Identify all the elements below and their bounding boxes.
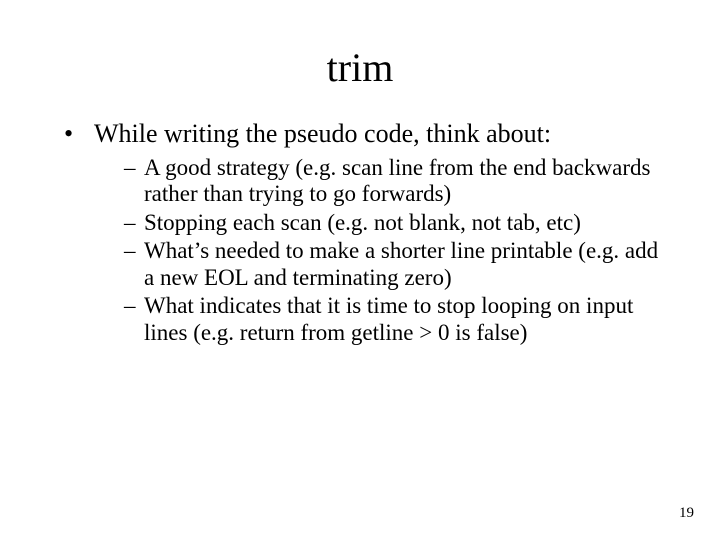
slide-body: While writing the pseudo code, think abo… xyxy=(0,119,720,346)
sub-bullet-text: What’s needed to make a shorter line pri… xyxy=(144,238,658,289)
page-number: 19 xyxy=(679,505,694,522)
sub-bullet-text: A good strategy (e.g. scan line from the… xyxy=(144,155,650,206)
slide-title: trim xyxy=(0,0,720,119)
sub-bullet-text: Stopping each scan (e.g. not blank, not … xyxy=(144,210,581,235)
bullet-list-level2: A good strategy (e.g. scan line from the… xyxy=(94,155,672,346)
sub-bullet-item: A good strategy (e.g. scan line from the… xyxy=(124,155,672,208)
bullet-list-level1: While writing the pseudo code, think abo… xyxy=(64,119,672,346)
sub-bullet-item: What’s needed to make a shorter line pri… xyxy=(124,238,672,291)
sub-bullet-item: What indicates that it is time to stop l… xyxy=(124,293,672,346)
sub-bullet-item: Stopping each scan (e.g. not blank, not … xyxy=(124,210,672,236)
slide: trim While writing the pseudo code, thin… xyxy=(0,0,720,540)
bullet-item: While writing the pseudo code, think abo… xyxy=(64,119,672,346)
sub-bullet-text: What indicates that it is time to stop l… xyxy=(144,293,633,344)
bullet-text: While writing the pseudo code, think abo… xyxy=(94,119,551,148)
